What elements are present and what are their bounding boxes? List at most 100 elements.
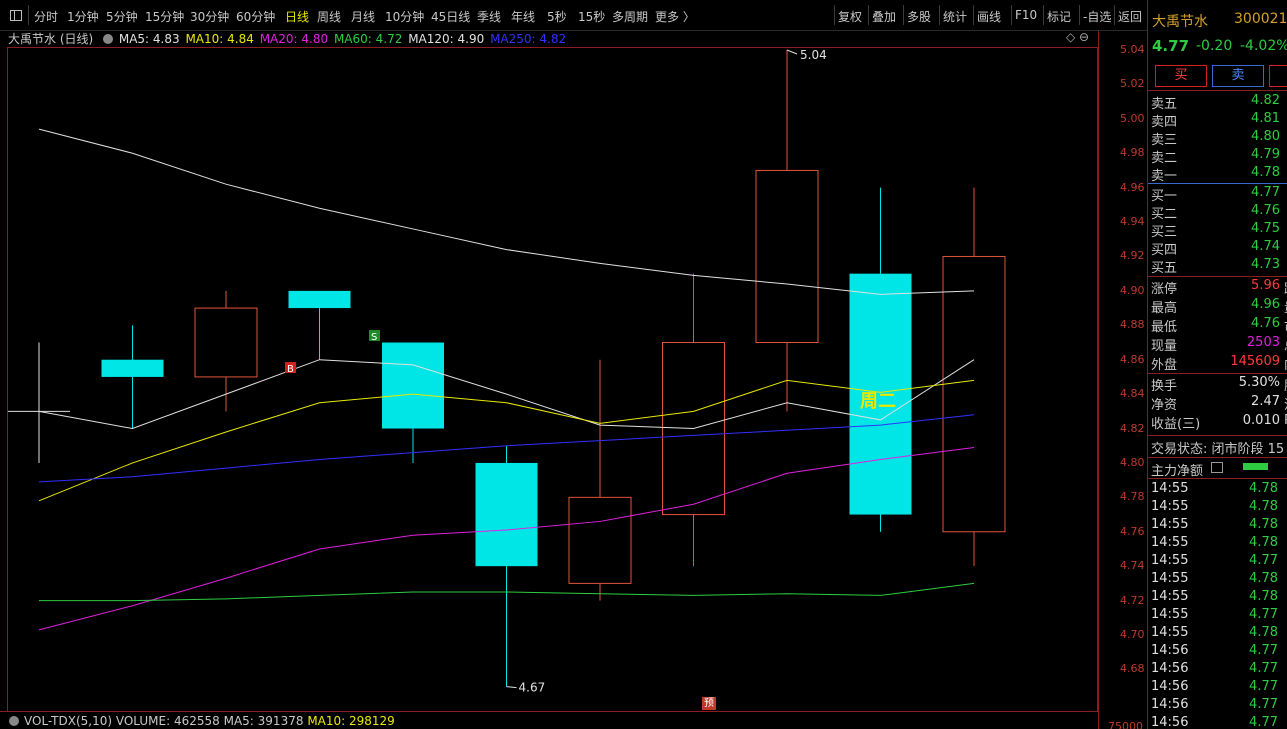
quote-panel: 大禹节水 300021 4.77 -0.20 -4.02% 买 卖 卖五 4.82… xyxy=(1147,0,1287,729)
quote-row-value: 4.79 xyxy=(1251,147,1280,162)
toolbar-divider xyxy=(1114,5,1115,25)
ma10-value: MA10: 4.84 xyxy=(185,32,254,46)
quote-row: 净资2.47流 xyxy=(1148,394,1287,413)
tick-price: 4.78 xyxy=(1249,571,1278,586)
quote-row-label: 买三 xyxy=(1151,225,1178,240)
price-axis-tick: 5.02 xyxy=(1120,77,1145,91)
sell-button[interactable]: 卖 xyxy=(1212,65,1264,87)
price-axis-tick: 4.82 xyxy=(1120,421,1145,435)
tick-time: 14:56 xyxy=(1151,679,1189,694)
quote-row: 卖二 4.79 xyxy=(1148,147,1287,166)
tick-time: 14:56 xyxy=(1151,661,1189,676)
tick-price: 4.77 xyxy=(1249,661,1278,676)
quote-row: 买五 4.73 xyxy=(1148,257,1287,276)
ma-legend: 大禹节水 (日线) MA5: 4.83 MA10: 4.84 MA20: 4.8… xyxy=(8,30,568,46)
pre-market-badge: 预 xyxy=(702,697,716,710)
tick-time: 14:55 xyxy=(1151,553,1189,568)
ma60-value: MA60: 4.72 xyxy=(333,32,403,46)
quote-row: 卖三 4.80 xyxy=(1148,129,1287,148)
netflow-bar xyxy=(1243,463,1268,470)
quote-row-label: 收益(三) xyxy=(1151,417,1201,432)
quote-row-value: 4.81 xyxy=(1251,111,1280,126)
chart-frame xyxy=(7,47,1098,711)
list-icon[interactable] xyxy=(1211,462,1223,473)
quote-row: 收益(三)0.010PE xyxy=(1148,413,1287,432)
quote-row-label: 买一 xyxy=(1151,189,1178,204)
quote-row: 买一 4.77 xyxy=(1148,185,1287,204)
divider xyxy=(1148,276,1287,277)
quote-row: 现量2503总 xyxy=(1148,335,1287,354)
volume-ma5: MA5: 391378 xyxy=(223,714,304,728)
quote-row-value: 4.82 xyxy=(1251,93,1280,108)
quote-row-value: 4.96 xyxy=(1251,297,1280,312)
tick-price: 4.78 xyxy=(1249,535,1278,550)
price-axis-tick: 4.92 xyxy=(1120,249,1145,263)
tick-time: 14:55 xyxy=(1151,571,1189,586)
quote-row-value: 145609 xyxy=(1230,354,1280,369)
settings-icon[interactable] xyxy=(9,716,19,726)
stock-change: -0.20 xyxy=(1196,38,1233,54)
buy-button[interactable]: 买 xyxy=(1155,65,1207,87)
quote-row-label: 涨停 xyxy=(1151,282,1178,297)
divider xyxy=(1148,457,1287,458)
quote-row-label: 最低 xyxy=(1151,320,1178,335)
quote-row-value: 4.74 xyxy=(1251,239,1280,254)
tick-time: 14:55 xyxy=(1151,625,1189,640)
volume-indicator-bar: VOL-TDX(5,10) VOLUME: 462558 MA5: 391378… xyxy=(0,711,1098,729)
quote-row-value: 4.77 xyxy=(1251,185,1280,200)
tick-price: 4.78 xyxy=(1249,499,1278,514)
quote-row-value: 4.75 xyxy=(1251,221,1280,236)
quote-row-label: 买二 xyxy=(1151,207,1178,222)
quote-row-value: 2.47 xyxy=(1251,394,1280,409)
tick-price: 4.78 xyxy=(1249,589,1278,604)
divider xyxy=(1148,90,1287,91)
divider xyxy=(1148,183,1287,184)
quote-row-value: 2503 xyxy=(1246,335,1280,350)
price-axis-tick: 4.98 xyxy=(1120,146,1145,160)
tick-price: 4.78 xyxy=(1249,481,1278,496)
settings-icon[interactable] xyxy=(103,34,114,44)
quote-row: 换手5.30%股 xyxy=(1148,375,1287,394)
tick-time: 14:55 xyxy=(1151,499,1189,514)
quote-row-label: 卖二 xyxy=(1151,151,1178,166)
tick-price: 4.77 xyxy=(1249,715,1278,729)
tick-price: 4.78 xyxy=(1249,517,1278,532)
chart-view-controls[interactable]: ◇ ⊖ xyxy=(1066,30,1089,44)
quote-row: 最高4.96量 xyxy=(1148,297,1287,316)
volume-value: VOLUME: 462558 xyxy=(115,714,220,728)
stock-price: 4.77 xyxy=(1152,37,1190,55)
volume-legend: VOL-TDX(5,10) VOLUME: 462558 MA5: 391378… xyxy=(24,714,395,728)
tick-price: 4.77 xyxy=(1249,643,1278,658)
quote-row-value: 4.80 xyxy=(1251,129,1280,144)
quote-row: 卖四 4.81 xyxy=(1148,111,1287,130)
ma5-value: MA5: 4.83 xyxy=(118,32,180,46)
quote-row: 买四 4.74 xyxy=(1148,239,1287,258)
quote-row-label: 最高 xyxy=(1151,301,1178,316)
tick-time: 14:55 xyxy=(1151,607,1189,622)
quote-row-value: 0.010 xyxy=(1242,413,1280,428)
divider xyxy=(1148,373,1287,374)
toolbar-tool-button[interactable]: 返回 xyxy=(1118,8,1142,25)
trade-extra-button[interactable] xyxy=(1269,65,1287,87)
quote-row-value: 5.30% xyxy=(1238,375,1280,390)
stock-code: 300021 xyxy=(1234,11,1287,27)
tick-time: 14:56 xyxy=(1151,715,1189,729)
quote-row-label: 买五 xyxy=(1151,261,1178,276)
price-axis-tick: 4.74 xyxy=(1120,559,1145,573)
price-axis-tick: 4.86 xyxy=(1120,352,1145,366)
quote-row: 涨停5.96跌 xyxy=(1148,278,1287,297)
quote-row-value: 4.78 xyxy=(1251,165,1280,180)
quote-row-label: 买四 xyxy=(1151,243,1178,258)
quote-row-label: 卖四 xyxy=(1151,115,1178,130)
price-axis-tick: 4.88 xyxy=(1120,318,1145,332)
volume-title: VOL-TDX(5,10) xyxy=(24,714,113,728)
quote-row-value: 4.76 xyxy=(1251,203,1280,218)
main-netflow-label: 主力净额 xyxy=(1151,464,1204,479)
price-axis-tick: 4.80 xyxy=(1120,455,1145,469)
chart-title: 大禹节水 (日线) xyxy=(8,32,94,46)
tick-time: 14:55 xyxy=(1151,535,1189,550)
tick-price: 4.77 xyxy=(1249,697,1278,712)
tick-price: 4.77 xyxy=(1249,607,1278,622)
quote-row-label: 现量 xyxy=(1151,339,1178,354)
price-axis-tick: 4.96 xyxy=(1120,180,1145,194)
